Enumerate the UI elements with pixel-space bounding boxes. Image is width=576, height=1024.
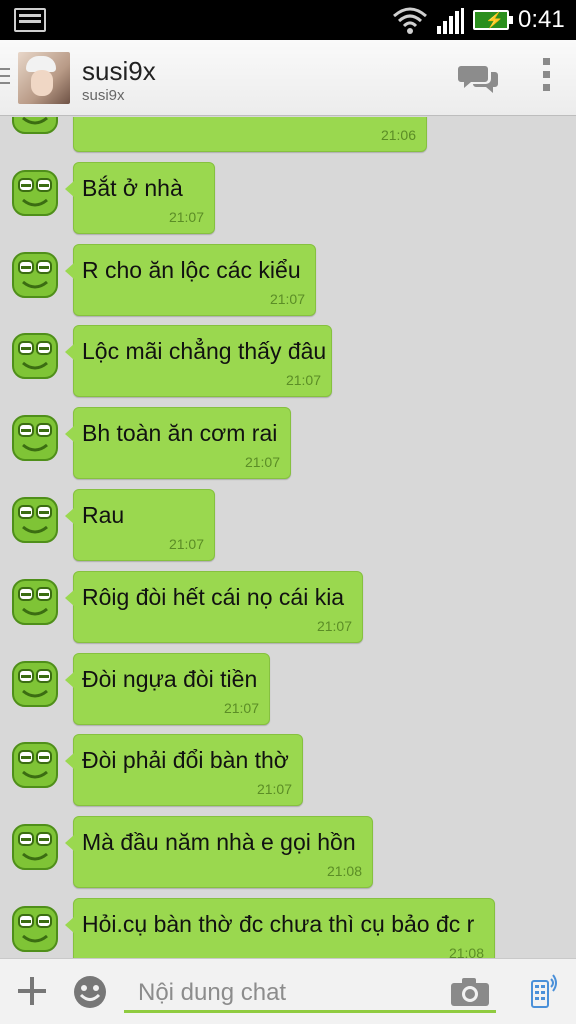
message-row: Hỏi.cụ bàn thờ đc chưa thì cụ bảo đc r 21…: [0, 898, 576, 958]
message-time: 21:07: [285, 372, 321, 389]
sender-avatar-icon[interactable]: [12, 824, 58, 871]
message-row: Đòi ngựa đòi tiền 21:07: [0, 652, 576, 733]
message-bubble[interactable]: Bắt ở nhà 21:07: [65, 161, 215, 234]
clock: 0:41: [518, 6, 565, 33]
message-row: Lộc mãi chẳng thấy đâu 21:07: [0, 325, 576, 405]
signal-icon: [437, 8, 464, 34]
message-bubble[interactable]: Đòi ngựa đòi tiền 21:07: [65, 652, 270, 725]
message-row: Bắt ở nhà 21:07: [0, 161, 576, 242]
message-row: R cho ăn lộc các kiểu 21:07: [0, 243, 576, 324]
chat-icon[interactable]: [458, 62, 500, 96]
message-bubble[interactable]: Rôig đòi hết cái nọ cái kia 21:07: [65, 570, 363, 643]
contact-avatar[interactable]: [18, 52, 70, 104]
message-time: 21:06: [380, 127, 416, 143]
message-text: Lộc mãi chẳng thấy đâu: [82, 338, 327, 365]
message-bubble[interactable]: Mà đầu năm nhà e gọi hồn 21:08: [65, 816, 373, 889]
message-text: R cho ăn lộc các kiểu: [82, 256, 301, 283]
message-bubble[interactable]: Bh toàn ăn cơm rai 21:07: [65, 407, 291, 480]
message-time: 21:07: [269, 290, 305, 307]
overflow-menu-icon[interactable]: [540, 58, 552, 98]
sender-avatar-icon[interactable]: [12, 251, 58, 298]
sender-avatar-icon[interactable]: [12, 497, 58, 543]
notification-icon: [14, 8, 46, 32]
message-time: 21:07: [168, 536, 204, 552]
wifi-icon: [393, 7, 427, 34]
sender-avatar-icon[interactable]: [12, 578, 58, 625]
message-time: 21:07: [168, 208, 204, 225]
sender-avatar-icon[interactable]: [12, 117, 58, 134]
message-time: 21:07: [256, 781, 292, 798]
sender-avatar-icon[interactable]: [12, 169, 58, 216]
message-bubble[interactable]: R cho ăn lộc các kiểu 21:07: [65, 243, 316, 316]
message-text: Hỏi.cụ bàn thờ đc chưa thì cụ bảo đc r: [82, 911, 475, 937]
contact-name: susi9x: [82, 56, 156, 86]
input-bar: Nội dung chat: [0, 958, 576, 1024]
message-bubble[interactable]: Đòi phải đổi bàn thờ 21:07: [65, 734, 303, 807]
message-bubble[interactable]: 21:06: [73, 117, 427, 152]
sender-avatar-icon[interactable]: [12, 742, 58, 789]
battery-icon: ⚡: [473, 10, 513, 30]
emoji-icon[interactable]: [72, 974, 108, 1010]
chat-header: susi9x susi9x: [0, 40, 576, 116]
message-time: 21:08: [326, 863, 362, 880]
message-row: Mà đầu năm nhà e gọi hồn 21:08: [0, 816, 576, 896]
message-row: 21:06: [0, 117, 576, 160]
message-row: Rau 21:07: [0, 489, 576, 569]
message-text: Đòi phải đổi bàn thờ: [82, 747, 289, 774]
add-icon[interactable]: [18, 977, 46, 1005]
message-row: Rôig đòi hết cái nọ cái kia 21:07: [0, 570, 576, 651]
sender-avatar-icon[interactable]: [12, 333, 58, 380]
message-text: Đòi ngựa đòi tiền: [82, 665, 258, 692]
sender-avatar-icon[interactable]: [12, 415, 58, 462]
voice-icon[interactable]: [524, 973, 560, 1009]
message-text: Bắt ở nhà: [82, 174, 183, 201]
sender-avatar-icon[interactable]: [12, 906, 58, 952]
status-bar: ⚡ 0:41: [0, 0, 576, 40]
message-list[interactable]: 21:06 Bắt ở nhà 21:07 R cho ăn lộc các kiểu…: [0, 117, 576, 958]
message-bubble[interactable]: Hỏi.cụ bàn thờ đc chưa thì cụ bảo đc r 21…: [65, 898, 495, 958]
camera-icon[interactable]: [450, 977, 490, 1007]
sender-avatar-icon[interactable]: [12, 660, 58, 707]
contact-username: susi9x: [82, 87, 125, 104]
message-bubble[interactable]: Lộc mãi chẳng thấy đâu 21:07: [65, 325, 332, 398]
message-text: Rau: [82, 502, 125, 528]
chat-input[interactable]: Nội dung chat: [124, 971, 496, 1013]
message-text: Mà đầu năm nhà e gọi hồn: [82, 829, 356, 856]
message-bubble[interactable]: Rau 21:07: [65, 489, 215, 561]
message-text: Bh toàn ăn cơm rai: [82, 420, 278, 447]
message-row: Đòi phải đổi bàn thờ 21:07: [0, 734, 576, 814]
message-text: Rôig đòi hết cái nọ cái kia: [82, 583, 345, 610]
message-time: 21:07: [223, 699, 259, 716]
message-time: 21:07: [244, 454, 280, 471]
message-time: 21:07: [316, 617, 352, 634]
menu-icon[interactable]: [0, 68, 10, 86]
message-row: Bh toàn ăn cơm rai 21:07: [0, 407, 576, 487]
message-time: 21:08: [448, 945, 484, 958]
